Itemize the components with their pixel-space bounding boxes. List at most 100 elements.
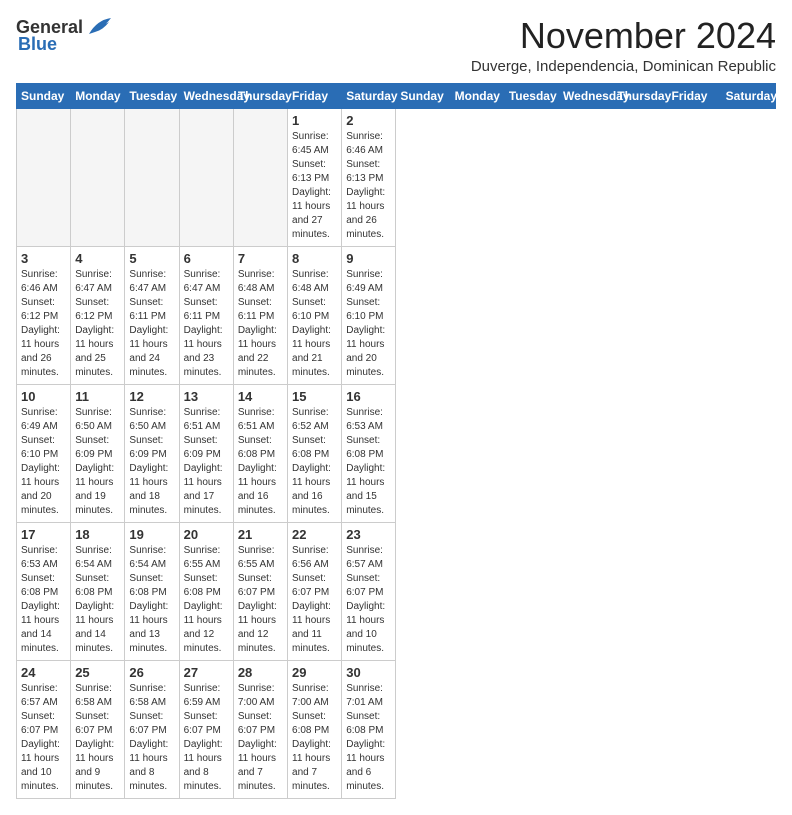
day-number: 4 bbox=[75, 251, 120, 266]
day-number: 22 bbox=[292, 527, 337, 542]
day-of-week-header: Thursday bbox=[613, 83, 667, 108]
day-info: Sunrise: 6:50 AM Sunset: 6:09 PM Dayligh… bbox=[129, 406, 174, 518]
calendar-cell: 5 Sunrise: 6:47 AM Sunset: 6:11 PM Daylig… bbox=[125, 246, 179, 384]
day-info: Sunrise: 6:55 AM Sunset: 6:07 PM Dayligh… bbox=[238, 544, 283, 656]
day-number: 24 bbox=[21, 665, 66, 680]
calendar-week-row: 1Sunrise: 6:45 AM Sunset: 6:13 PM Daylig… bbox=[17, 108, 776, 246]
calendar-cell: 4 Sunrise: 6:47 AM Sunset: 6:12 PM Daylig… bbox=[71, 246, 125, 384]
day-of-week-header: Saturday bbox=[721, 83, 775, 108]
day-info: Sunrise: 6:56 AM Sunset: 6:07 PM Dayligh… bbox=[292, 544, 337, 656]
logo: General Blue bbox=[16, 16, 113, 55]
calendar-cell: 25 Sunrise: 6:58 AM Sunset: 6:07 PM Dayli… bbox=[71, 660, 125, 798]
calendar-cell: 1Sunrise: 6:45 AM Sunset: 6:13 PM Daylig… bbox=[288, 108, 342, 246]
day-number: 5 bbox=[129, 251, 174, 266]
day-info: Sunrise: 6:47 AM Sunset: 6:11 PM Dayligh… bbox=[129, 268, 174, 380]
day-info: Sunrise: 6:52 AM Sunset: 6:08 PM Dayligh… bbox=[292, 406, 337, 518]
day-number: 14 bbox=[238, 389, 283, 404]
title-block: November 2024 Duverge, Independencia, Do… bbox=[471, 16, 776, 75]
day-number: 12 bbox=[129, 389, 174, 404]
day-number: 15 bbox=[292, 389, 337, 404]
calendar-cell: 17Sunrise: 6:53 AM Sunset: 6:08 PM Dayli… bbox=[17, 522, 71, 660]
day-info: Sunrise: 6:47 AM Sunset: 6:12 PM Dayligh… bbox=[75, 268, 120, 380]
day-number: 11 bbox=[75, 389, 120, 404]
day-info: Sunrise: 6:50 AM Sunset: 6:09 PM Dayligh… bbox=[75, 406, 120, 518]
day-of-week-header: Thursday bbox=[233, 83, 287, 108]
day-number: 27 bbox=[184, 665, 229, 680]
day-info: Sunrise: 6:47 AM Sunset: 6:11 PM Dayligh… bbox=[184, 268, 229, 380]
day-number: 30 bbox=[346, 665, 391, 680]
day-of-week-header: Saturday bbox=[342, 83, 396, 108]
calendar-cell: 29 Sunrise: 7:00 AM Sunset: 6:08 PM Dayli… bbox=[288, 660, 342, 798]
day-number: 18 bbox=[75, 527, 120, 542]
day-number: 2 bbox=[346, 113, 391, 128]
day-number: 29 bbox=[292, 665, 337, 680]
day-of-week-header: Tuesday bbox=[504, 83, 558, 108]
day-info: Sunrise: 6:48 AM Sunset: 6:11 PM Dayligh… bbox=[238, 268, 283, 380]
day-number: 25 bbox=[75, 665, 120, 680]
calendar-cell: 13 Sunrise: 6:51 AM Sunset: 6:09 PM Dayli… bbox=[179, 384, 233, 522]
day-number: 13 bbox=[184, 389, 229, 404]
day-info: Sunrise: 6:57 AM Sunset: 6:07 PM Dayligh… bbox=[21, 682, 66, 794]
day-info: Sunrise: 6:49 AM Sunset: 6:10 PM Dayligh… bbox=[21, 406, 66, 518]
calendar-cell bbox=[233, 108, 287, 246]
calendar-cell: 12 Sunrise: 6:50 AM Sunset: 6:09 PM Dayli… bbox=[125, 384, 179, 522]
calendar-cell: 21Sunrise: 6:55 AM Sunset: 6:07 PM Dayli… bbox=[233, 522, 287, 660]
day-number: 8 bbox=[292, 251, 337, 266]
day-of-week-header: Monday bbox=[450, 83, 504, 108]
day-number: 1 bbox=[292, 113, 337, 128]
day-number: 3 bbox=[21, 251, 66, 266]
logo-bird-icon bbox=[85, 16, 113, 38]
logo-blue-text: Blue bbox=[18, 34, 57, 55]
day-info: Sunrise: 6:51 AM Sunset: 6:09 PM Dayligh… bbox=[184, 406, 229, 518]
calendar-cell bbox=[179, 108, 233, 246]
day-info: Sunrise: 6:54 AM Sunset: 6:08 PM Dayligh… bbox=[129, 544, 174, 656]
calendar-cell: 11 Sunrise: 6:50 AM Sunset: 6:09 PM Dayli… bbox=[71, 384, 125, 522]
calendar-week-row: 17Sunrise: 6:53 AM Sunset: 6:08 PM Dayli… bbox=[17, 522, 776, 660]
day-number: 9 bbox=[346, 251, 391, 266]
calendar-week-row: 3 Sunrise: 6:46 AM Sunset: 6:12 PM Daylig… bbox=[17, 246, 776, 384]
calendar-cell: 9 Sunrise: 6:49 AM Sunset: 6:10 PM Daylig… bbox=[342, 246, 396, 384]
page-header: General Blue November 2024 Duverge, Inde… bbox=[16, 16, 776, 75]
day-number: 28 bbox=[238, 665, 283, 680]
day-number: 16 bbox=[346, 389, 391, 404]
calendar-cell: 24 Sunrise: 6:57 AM Sunset: 6:07 PM Dayli… bbox=[17, 660, 71, 798]
day-info: Sunrise: 6:46 AM Sunset: 6:12 PM Dayligh… bbox=[21, 268, 66, 380]
day-info: Sunrise: 6:57 AM Sunset: 6:07 PM Dayligh… bbox=[346, 544, 391, 656]
location-subtitle: Duverge, Independencia, Dominican Republ… bbox=[471, 58, 776, 75]
calendar-cell bbox=[125, 108, 179, 246]
calendar-cell: 7 Sunrise: 6:48 AM Sunset: 6:11 PM Daylig… bbox=[233, 246, 287, 384]
calendar-cell: 10 Sunrise: 6:49 AM Sunset: 6:10 PM Dayli… bbox=[17, 384, 71, 522]
calendar-table: SundayMondayTuesdayWednesdayThursdayFrid… bbox=[16, 83, 776, 799]
day-info: Sunrise: 7:00 AM Sunset: 6:07 PM Dayligh… bbox=[238, 682, 283, 794]
day-info: Sunrise: 6:46 AM Sunset: 6:13 PM Dayligh… bbox=[346, 130, 391, 242]
day-info: Sunrise: 6:59 AM Sunset: 6:07 PM Dayligh… bbox=[184, 682, 229, 794]
calendar-cell: 16 Sunrise: 6:53 AM Sunset: 6:08 PM Dayli… bbox=[342, 384, 396, 522]
day-info: Sunrise: 6:49 AM Sunset: 6:10 PM Dayligh… bbox=[346, 268, 391, 380]
day-number: 17 bbox=[21, 527, 66, 542]
calendar-cell: 6Sunrise: 6:47 AM Sunset: 6:11 PM Daylig… bbox=[179, 246, 233, 384]
day-number: 10 bbox=[21, 389, 66, 404]
calendar-cell: 3 Sunrise: 6:46 AM Sunset: 6:12 PM Daylig… bbox=[17, 246, 71, 384]
calendar-cell: 18Sunrise: 6:54 AM Sunset: 6:08 PM Dayli… bbox=[71, 522, 125, 660]
day-info: Sunrise: 6:58 AM Sunset: 6:07 PM Dayligh… bbox=[75, 682, 120, 794]
day-of-week-header: Friday bbox=[288, 83, 342, 108]
day-info: Sunrise: 6:53 AM Sunset: 6:08 PM Dayligh… bbox=[346, 406, 391, 518]
day-info: Sunrise: 6:48 AM Sunset: 6:10 PM Dayligh… bbox=[292, 268, 337, 380]
calendar-cell: 2 Sunrise: 6:46 AM Sunset: 6:13 PM Daylig… bbox=[342, 108, 396, 246]
calendar-cell: 22 Sunrise: 6:56 AM Sunset: 6:07 PM Dayli… bbox=[288, 522, 342, 660]
calendar-cell: 27 Sunrise: 6:59 AM Sunset: 6:07 PM Dayli… bbox=[179, 660, 233, 798]
day-number: 26 bbox=[129, 665, 174, 680]
day-of-week-header: Wednesday bbox=[559, 83, 613, 108]
calendar-cell: 14Sunrise: 6:51 AM Sunset: 6:08 PM Dayli… bbox=[233, 384, 287, 522]
day-info: Sunrise: 7:00 AM Sunset: 6:08 PM Dayligh… bbox=[292, 682, 337, 794]
month-title: November 2024 bbox=[471, 16, 776, 56]
calendar-week-row: 24 Sunrise: 6:57 AM Sunset: 6:07 PM Dayli… bbox=[17, 660, 776, 798]
calendar-cell: 23 Sunrise: 6:57 AM Sunset: 6:07 PM Dayli… bbox=[342, 522, 396, 660]
day-of-week-header: Sunday bbox=[396, 83, 450, 108]
day-of-week-header: Monday bbox=[71, 83, 125, 108]
day-number: 23 bbox=[346, 527, 391, 542]
calendar-cell: 30Sunrise: 7:01 AM Sunset: 6:08 PM Dayli… bbox=[342, 660, 396, 798]
calendar-header-row: SundayMondayTuesdayWednesdayThursdayFrid… bbox=[17, 83, 776, 108]
day-number: 7 bbox=[238, 251, 283, 266]
day-of-week-header: Tuesday bbox=[125, 83, 179, 108]
